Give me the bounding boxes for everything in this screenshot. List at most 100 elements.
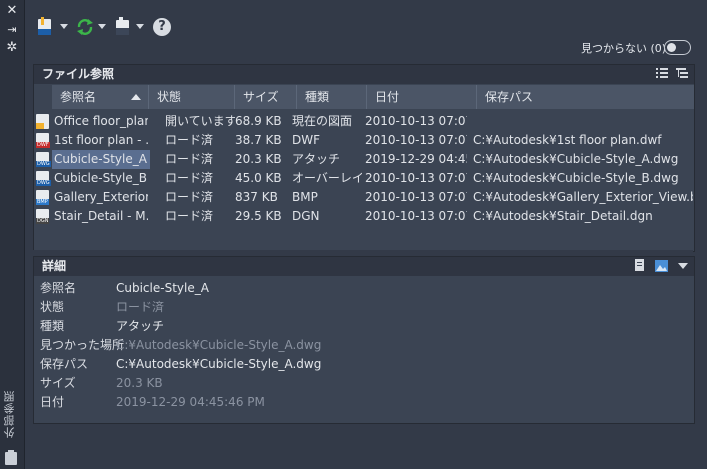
attach-dropdown-icon[interactable] <box>60 24 68 29</box>
file-reference-row[interactable]: DWG Cubicle-Style_B ロード済 45.0 KB オーバーレイ … <box>34 169 694 188</box>
row-path: C:¥Autodesk¥Stair_Detail.dgn <box>473 209 653 223</box>
column-header-path[interactable]: 保存パス <box>476 85 694 109</box>
row-status: ロード済 <box>165 209 214 223</box>
details-panel: 詳細 参照名 Cubicle-Style_A 状態 ロード済 種類 アタッチ 見… <box>33 256 695 424</box>
not-found-toggle[interactable] <box>664 40 691 55</box>
row-date: 2010-10-13 07:07:... <box>365 133 467 147</box>
auto-hide-icon[interactable]: ⇥ <box>4 23 20 37</box>
column-header-size[interactable]: サイズ <box>234 85 296 109</box>
palette-title: 外部参照 <box>3 390 16 438</box>
row-type: 現在の図面 <box>292 114 353 128</box>
detail-row: 参照名 Cubicle-Style_A <box>34 279 694 298</box>
preview-icon[interactable] <box>654 260 668 272</box>
row-size: 68.9 KB <box>235 114 282 128</box>
file-reference-row[interactable]: DWF 1st floor plan - ... ロード済 38.7 KB DW… <box>34 131 694 150</box>
detail-value[interactable]: C:¥Autodesk¥Cubicle-Style_A.dwg <box>116 355 321 374</box>
row-status: ロード済 <box>165 133 214 147</box>
row-name: Stair_Detail - M... <box>54 209 148 223</box>
detail-row: 状態 ロード済 <box>34 298 694 317</box>
list-view-icon[interactable] <box>655 67 668 79</box>
row-name: 1st floor plan - ... <box>54 133 148 147</box>
chevron-down-icon[interactable] <box>678 262 688 270</box>
row-size: 837 KB <box>235 190 278 204</box>
detail-value: 2019-12-29 04:45:46 PM <box>116 395 265 409</box>
refresh-icon <box>77 19 93 35</box>
sort-ascending-icon <box>131 94 141 100</box>
row-type: DWF <box>292 133 321 147</box>
detail-label: サイズ <box>40 376 76 390</box>
row-status: 開いています <box>165 114 235 128</box>
row-type: DGN <box>292 209 320 223</box>
file-references-header: ファイル参照 <box>34 65 694 84</box>
tree-view-icon[interactable] <box>676 67 688 79</box>
file-reference-row[interactable]: BMP Gallery_Exterior... ロード済 837 KB BMP … <box>34 188 694 207</box>
attach-dwg-icon <box>38 17 51 35</box>
details-title: 詳細 <box>42 259 67 273</box>
change-path-icon <box>116 17 129 35</box>
row-date: 2010-10-13 07:07:... <box>365 114 467 128</box>
details-properties: 参照名 Cubicle-Style_A 状態 ロード済 種類 アタッチ 見つかっ… <box>34 279 694 412</box>
detail-label: 日付 <box>40 395 65 409</box>
row-type: オーバーレイ <box>292 171 362 185</box>
detail-label: 状態 <box>40 300 65 314</box>
file-references-panel: ファイル参照 参照名 状態 サイズ 種類 日付 保存パス Office floo… <box>33 64 695 252</box>
detail-value: 20.3 KB <box>116 376 163 390</box>
detail-label: 見つかった場所 <box>40 338 125 352</box>
row-type: アタッチ <box>292 152 341 166</box>
row-path: C:¥Autodesk¥Cubicle-Style_A.dwg <box>473 152 679 166</box>
dwg-file-icon: DWG <box>36 152 51 167</box>
help-icon[interactable]: ? <box>153 18 171 36</box>
change-path-button[interactable] <box>113 16 133 38</box>
close-icon[interactable]: ✕ <box>4 4 20 18</box>
detail-row: 種類 アタッチ <box>34 317 694 336</box>
row-date: 2019-12-29 04:45:... <box>365 152 467 166</box>
column-header-date[interactable]: 日付 <box>366 85 476 109</box>
file-reference-row[interactable]: DGN Stair_Detail - M... ロード済 29.5 KB DGN… <box>34 207 694 226</box>
detail-label: 参照名 <box>40 281 77 295</box>
palette-title-strip: ✕ ⇥ ✲ 外部参照 <box>0 0 25 469</box>
detail-label: 保存パス <box>40 357 89 371</box>
row-name: Cubicle-Style_B <box>54 171 147 185</box>
row-name: Cubicle-Style_A <box>52 150 150 169</box>
row-status: ロード済 <box>165 152 214 166</box>
change-path-dropdown-icon[interactable] <box>136 24 144 29</box>
file-reference-row[interactable]: Office floor_plan* 開いています 68.9 KB 現在の図面 … <box>34 112 694 131</box>
not-found-filter: 見つからない (0) <box>581 40 691 56</box>
row-path: C:¥Autodesk¥Gallery_Exterior_View.bmp <box>473 190 693 204</box>
file-references-column-header: 参照名 状態 サイズ 種類 日付 保存パス <box>52 85 694 109</box>
xref-palette-icon <box>5 450 17 465</box>
row-type: BMP <box>292 190 318 204</box>
refresh-button[interactable] <box>75 16 95 38</box>
row-size: 29.5 KB <box>235 209 282 223</box>
detail-value: C:¥Autodesk¥Cubicle-Style_A.dwg <box>116 338 322 352</box>
attach-dwg-button[interactable] <box>36 16 54 38</box>
detail-value: ロード済 <box>116 300 165 314</box>
row-date: 2010-10-13 07:07:... <box>365 171 467 185</box>
detail-value[interactable]: アタッチ <box>116 317 164 336</box>
row-path: C:¥Autodesk¥Cubicle-Style_B.dwg <box>473 171 679 185</box>
row-date: 2010-10-13 07:07:... <box>365 209 467 223</box>
file-reference-row-selected[interactable]: DWG Cubicle-Style_A ロード済 20.3 KB アタッチ 20… <box>34 150 694 169</box>
row-name: Gallery_Exterior... <box>54 190 148 204</box>
file-references-title: ファイル参照 <box>42 67 115 81</box>
row-date: 2010-10-13 07:07:... <box>365 190 467 204</box>
details-view-icon[interactable] <box>634 259 646 272</box>
column-header-type[interactable]: 種類 <box>296 85 366 109</box>
file-references-list: Office floor_plan* 開いています 68.9 KB 現在の図面 … <box>34 112 694 226</box>
details-header: 詳細 <box>34 257 694 276</box>
dwf-file-icon: DWF <box>36 133 50 148</box>
row-status: ロード済 <box>165 171 214 185</box>
row-size: 45.0 KB <box>235 171 282 185</box>
refresh-dropdown-icon[interactable] <box>98 24 106 29</box>
detail-row: サイズ 20.3 KB <box>34 374 694 393</box>
row-size: 20.3 KB <box>235 152 282 166</box>
dwg-file-icon: DWG <box>36 171 51 186</box>
detail-value[interactable]: Cubicle-Style_A <box>116 279 209 298</box>
properties-icon[interactable]: ✲ <box>4 41 20 55</box>
not-found-label: 見つからない (0) <box>581 42 667 55</box>
detail-label: 種類 <box>40 319 65 333</box>
detail-row: 見つかった場所 C:¥Autodesk¥Cubicle-Style_A.dwg <box>34 336 694 355</box>
bmp-file-icon: BMP <box>36 190 49 205</box>
column-header-status[interactable]: 状態 <box>148 85 234 109</box>
detail-row: 保存パス C:¥Autodesk¥Cubicle-Style_A.dwg <box>34 355 694 374</box>
